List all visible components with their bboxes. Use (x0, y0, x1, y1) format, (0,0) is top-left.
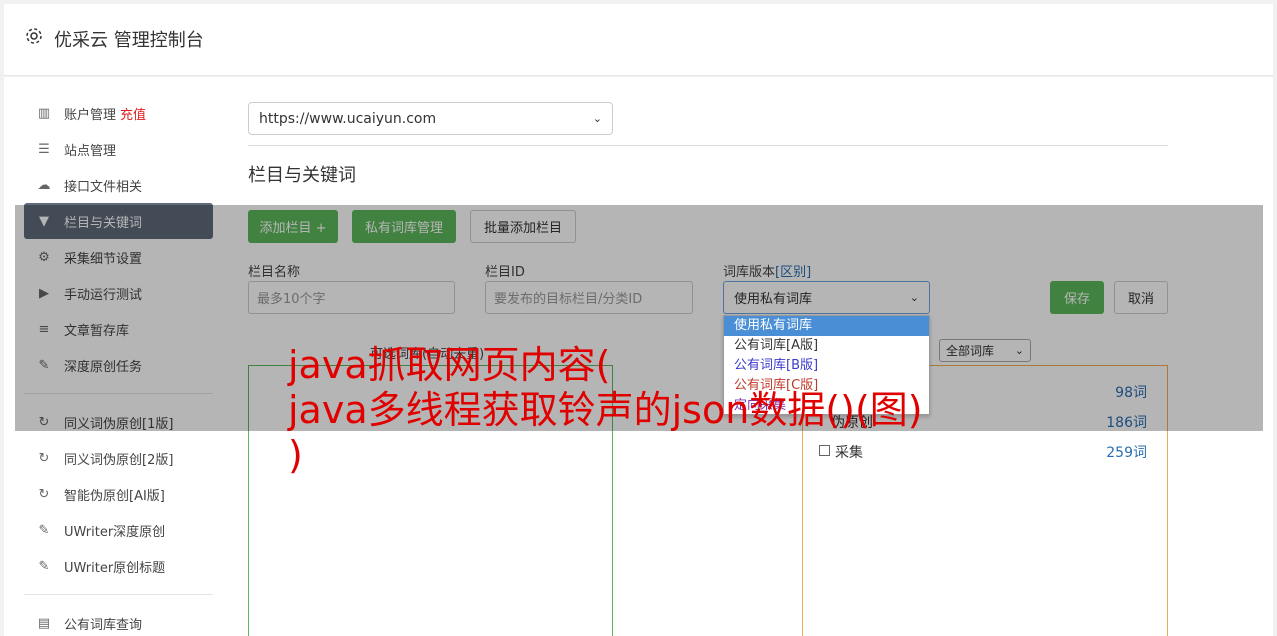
version-option[interactable]: 使用私有词库 (724, 316, 929, 336)
book-icon: ▤ (37, 615, 51, 631)
top-header: 优采云 管理控制台 (4, 4, 1273, 76)
sidebar-item-label: UWriter原创标题 (64, 560, 166, 576)
edit-icon: ✎ (38, 558, 50, 574)
section-title: 栏目与关键词 (248, 165, 356, 186)
watermark-line: ) (288, 433, 303, 477)
sidebar-item-ai-rewrite[interactable]: ↻ 智能伪原创[AI版] (24, 476, 213, 512)
library-count: 259词 (1106, 445, 1147, 461)
sidebar-item-label: UWriter深度原创 (64, 524, 166, 540)
sidebar-item-label: 接口文件相关 (64, 179, 143, 195)
sidebar-item-uwriter-deep[interactable]: ✎ UWriter深度原创 (24, 512, 213, 548)
edit-icon: ✎ (38, 522, 50, 538)
refresh-icon: ↻ (38, 450, 50, 466)
watermark-line: java抓取网页内容( (288, 343, 611, 387)
sidebar-item-label: 同义词伪原创[2版] (64, 452, 174, 468)
refresh-icon: ↻ (38, 486, 50, 502)
sidebar-item-public-lib[interactable]: ▤ 公有词库查询 (24, 605, 213, 636)
server-icon: ☰ (38, 141, 50, 157)
sidebar-item-label: 公有词库查询 (64, 617, 143, 633)
cloud-upload-icon: ☁ (37, 177, 51, 193)
chevron-down-icon: ⌄ (592, 112, 602, 125)
sidebar-item-label: 账户管理 (64, 107, 117, 123)
divider (248, 145, 1168, 146)
site-select-value: https://www.ucaiyun.com (259, 110, 437, 127)
bar-chart-icon: ▥ (37, 105, 51, 121)
site-select[interactable]: https://www.ucaiyun.com ⌄ (248, 102, 613, 135)
sidebar-item-uwriter-title[interactable]: ✎ UWriter原创标题 (24, 548, 213, 584)
sidebar-item-sites[interactable]: ☰ 站点管理 (24, 131, 213, 167)
recharge-link[interactable]: 充值 (120, 104, 146, 123)
gear-icon (26, 28, 42, 44)
sidebar-item-label: 站点管理 (64, 143, 117, 159)
sidebar-item-synonym-v2[interactable]: ↻ 同义词伪原创[2版] (24, 440, 213, 476)
sidebar-item-account[interactable]: ▥ 账户管理 充值 (24, 95, 213, 131)
sidebar-item-label: 智能伪原创[AI版] (64, 488, 165, 504)
sidebar-item-interface[interactable]: ☁ 接口文件相关 (24, 167, 213, 203)
divider (24, 594, 213, 595)
app-title: 优采云 管理控制台 (54, 30, 204, 51)
watermark-line: java多线程获取铃声的json数据()(图) (288, 388, 923, 432)
watermark-text: java抓取网页内容( java多线程获取铃声的json数据()(图) ) (288, 343, 1008, 478)
